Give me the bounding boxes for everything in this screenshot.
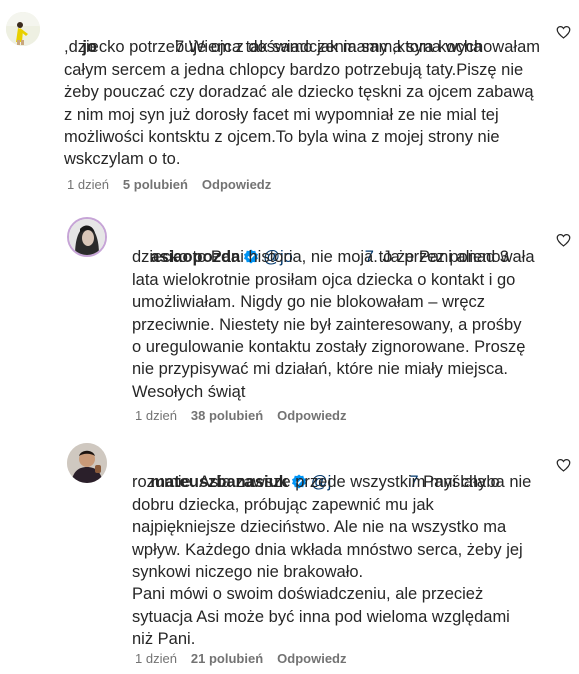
avatar-image <box>67 443 107 483</box>
reply-button[interactable]: Odpowiedz <box>277 408 346 423</box>
reply-button[interactable]: Odpowiedz <box>277 651 346 666</box>
comment-likes[interactable]: 38 polubień <box>191 408 263 423</box>
avatar[interactable] <box>6 12 40 46</box>
reply-button[interactable]: Odpowiedz <box>202 177 271 192</box>
comment-time[interactable]: 1 dzień <box>67 177 109 192</box>
avatar[interactable] <box>67 443 107 483</box>
avatar-image <box>6 12 40 46</box>
comment-likes[interactable]: 5 polubień <box>123 177 188 192</box>
comment-likes[interactable]: 21 polubień <box>191 651 263 666</box>
comment-time[interactable]: 1 dzień <box>135 651 177 666</box>
heart-icon[interactable] <box>556 458 571 472</box>
comment-text: ,dziecko potrzebuje ojca tak samo jak ma… <box>64 38 534 169</box>
heart-icon[interactable] <box>556 25 571 39</box>
comment-time[interactable]: 1 dzień <box>135 408 177 423</box>
avatar-image <box>69 219 105 255</box>
avatar[interactable] <box>67 217 107 257</box>
comment-text: dziecko to Pani historia, nie moja. Ja p… <box>132 248 526 401</box>
heart-icon[interactable] <box>556 233 571 247</box>
comment-text: rozumie. Asia zawsze przede wszystkim my… <box>132 473 523 649</box>
